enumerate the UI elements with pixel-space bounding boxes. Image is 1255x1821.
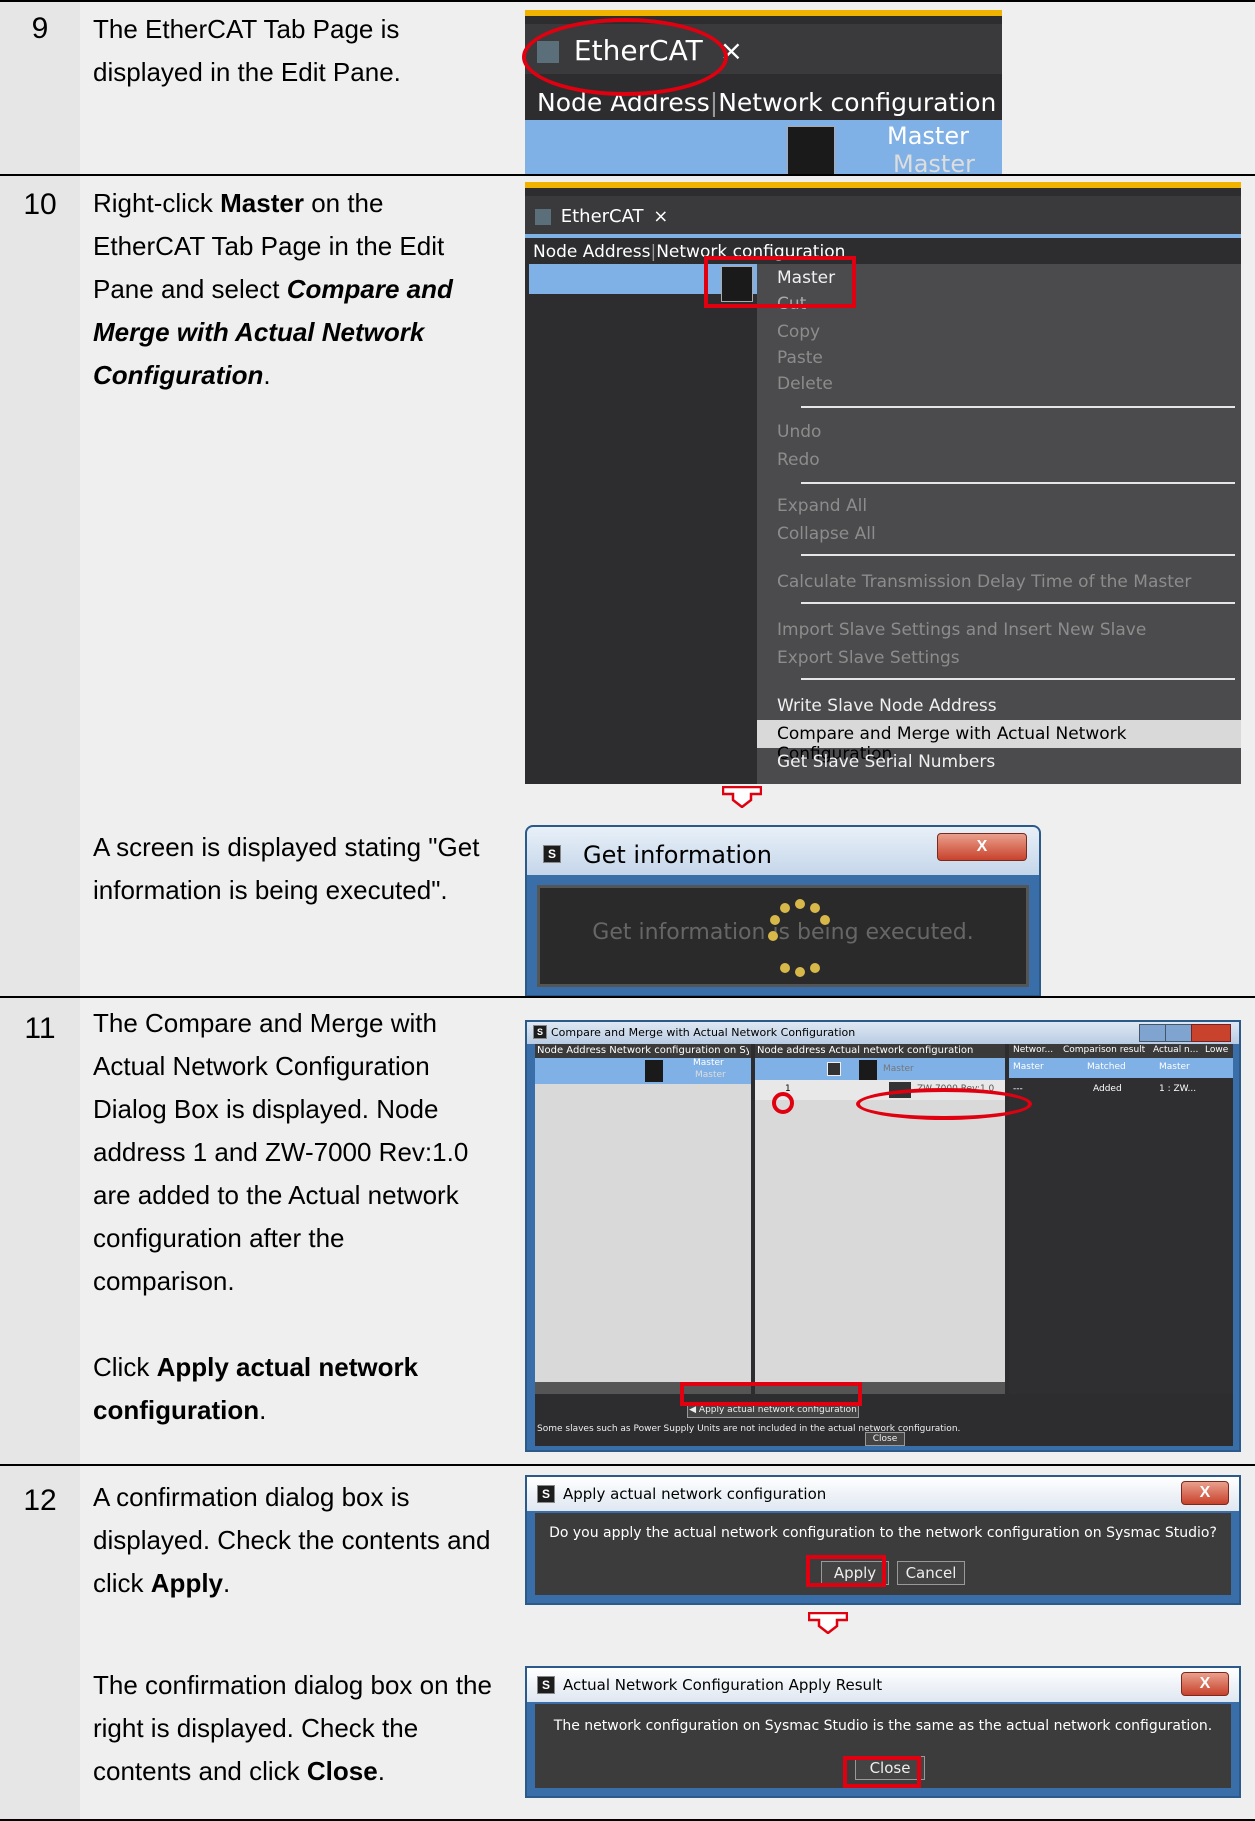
column-header: Actual n... [1153, 1045, 1199, 1055]
close-button[interactable]: Close [865, 1432, 905, 1446]
step-text: The EtherCAT Tab Page is displayed in th… [93, 14, 401, 87]
middle-pane-header: Node address Actual network configuratio… [757, 1045, 974, 1056]
dialog-title: Compare and Merge with Actual Network Co… [551, 1026, 856, 1039]
step-number: 9 [31, 12, 49, 45]
menu-item-calculate-delay[interactable]: Calculate Transmission Delay Time of the… [777, 572, 1191, 592]
column-header: Comparison result [1063, 1045, 1146, 1055]
menu-separator [801, 554, 1235, 556]
highlight-box [806, 1555, 886, 1587]
dialog-title: Get information [583, 841, 772, 869]
close-button[interactable]: X [937, 833, 1027, 861]
menu-item-expand-all[interactable]: Expand All [777, 496, 867, 516]
cell: 1 : ZW... [1159, 1084, 1197, 1094]
dialog-title: Actual Network Configuration Apply Resul… [563, 1676, 883, 1694]
context-menu: Master Cut Copy Paste Delete Undo Redo E… [757, 264, 1241, 784]
sysmac-icon: S [537, 1485, 555, 1503]
menu-item-delete[interactable]: Delete [777, 374, 833, 394]
node-master-label: Master [887, 122, 969, 150]
comparison-result-pane: Networ... Comparison result Actual n... … [1009, 1044, 1233, 1394]
step-subtext: A screen is displayed stating "Get infor… [93, 832, 480, 905]
menu-item-import-slave[interactable]: Import Slave Settings and Insert New Sla… [777, 620, 1146, 640]
collapse-icon[interactable] [827, 1062, 841, 1076]
cell: Added [1093, 1084, 1122, 1094]
loading-spinner-icon [768, 899, 830, 977]
step-number: 11 [24, 1012, 56, 1045]
menu-separator [801, 482, 1235, 484]
step-subtext: The confirmation dialog box on the right… [93, 1670, 492, 1786]
sysmac-icon: S [533, 1025, 547, 1039]
menu-item-write-slave-node-address[interactable]: Write Slave Node Address [777, 696, 997, 716]
step-number-cell [0, 1466, 80, 1820]
step-subtext: Click Apply actual network configuration… [93, 1352, 419, 1425]
cancel-button[interactable]: Cancel [897, 1561, 965, 1585]
highlight-box [704, 256, 856, 308]
dialog-message: Do you apply the actual network configur… [549, 1525, 1217, 1541]
cell: Master [1159, 1062, 1190, 1072]
node-master-sublabel: Master [695, 1070, 726, 1080]
node-master-label: Master [693, 1058, 724, 1068]
maximize-icon[interactable] [1165, 1024, 1193, 1042]
highlight-ring [772, 1092, 794, 1114]
dialog-message: The network configuration on Sysmac Stud… [553, 1718, 1213, 1734]
step-text: Right-click Master on the EtherCAT Tab P… [93, 188, 453, 390]
context-menu-screenshot: EtherCAT × Node Address|Network configur… [525, 182, 1241, 784]
compare-merge-dialog: S Compare and Merge with Actual Network … [525, 1020, 1241, 1452]
highlight-ring [522, 18, 728, 96]
highlight-box [843, 1756, 921, 1788]
node-master-label: Master [883, 1064, 914, 1074]
menu-item-undo[interactable]: Undo [777, 422, 821, 442]
sysmac-icon: S [537, 1676, 555, 1694]
step-text: A confirmation dialog box is displayed. … [93, 1482, 491, 1598]
column-node-address: Node Address [533, 242, 651, 262]
step-number: 10 [23, 188, 57, 221]
menu-item-paste[interactable]: Paste [777, 348, 823, 368]
cell: Matched [1087, 1062, 1126, 1072]
get-information-dialog: S Get information X Get information is b… [525, 825, 1041, 997]
tab-label[interactable]: EtherCAT [561, 206, 644, 227]
highlight-box [680, 1382, 862, 1406]
left-pane: Node Address Network configuration on Sy… [535, 1044, 751, 1394]
menu-item-export-slave[interactable]: Export Slave Settings [777, 648, 960, 668]
highlight-ring [856, 1088, 1032, 1120]
left-pane-header: Node Address Network configuration on Sy… [537, 1045, 749, 1056]
menu-item-redo[interactable]: Redo [777, 450, 820, 470]
cell: --- [1013, 1084, 1023, 1094]
close-icon[interactable]: × [653, 206, 668, 227]
close-button[interactable]: X [1181, 1672, 1229, 1696]
controller-icon [859, 1060, 877, 1080]
step-number-cell [0, 176, 80, 996]
column-network-configuration: Network configuration [718, 88, 997, 117]
menu-separator [801, 678, 1235, 680]
minimize-icon[interactable] [1139, 1024, 1167, 1042]
step-number-cell [0, 998, 80, 1464]
column-header: Networ... [1013, 1045, 1054, 1055]
mid-master-row[interactable] [755, 1058, 1005, 1080]
step-number: 12 [23, 1484, 57, 1517]
menu-item-get-slave-serial-numbers[interactable]: Get Slave Serial Numbers [777, 752, 995, 772]
step-text: The Compare and Merge with Actual Networ… [93, 1008, 469, 1296]
menu-item-collapse-all[interactable]: Collapse All [777, 524, 876, 544]
dialog-title: Apply actual network configuration [563, 1485, 827, 1503]
controller-icon [645, 1060, 663, 1082]
sysmac-icon: S [543, 845, 561, 863]
down-arrow-icon [808, 1612, 848, 1634]
menu-separator [801, 406, 1235, 408]
ethercat-icon [535, 209, 551, 225]
column-header: Lowe [1205, 1045, 1229, 1055]
window-controls [1139, 1024, 1231, 1042]
menu-separator [801, 602, 1235, 604]
cell: Master [1013, 1062, 1044, 1072]
close-button[interactable]: X [1181, 1481, 1229, 1505]
menu-item-copy[interactable]: Copy [777, 322, 820, 342]
close-icon[interactable] [1191, 1024, 1231, 1042]
down-arrow-icon [722, 786, 762, 808]
controller-icon [787, 126, 835, 178]
